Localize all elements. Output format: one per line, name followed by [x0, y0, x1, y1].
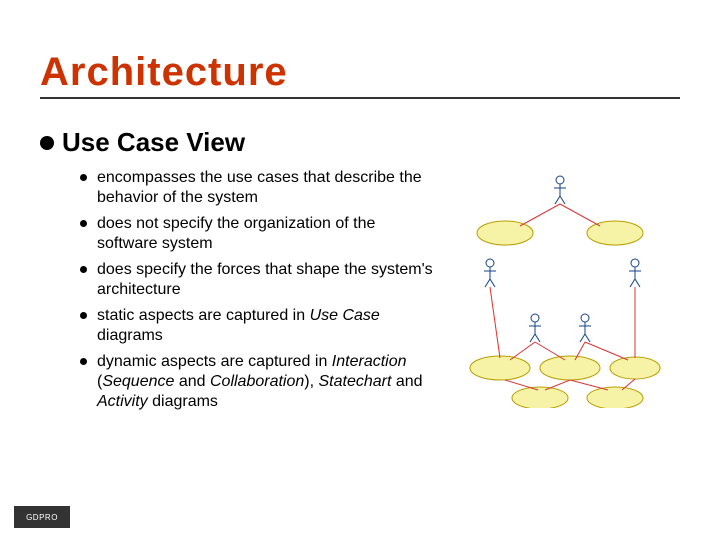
list-item: does specify the forces that shape the s… — [80, 260, 440, 300]
bullet-text: encompasses the use cases that describe … — [97, 168, 440, 208]
bullet-icon — [40, 136, 54, 150]
list-item: does not specify the organization of the… — [80, 214, 440, 254]
bullet-icon — [80, 312, 87, 319]
list-item: dynamic aspects are captured in Interact… — [80, 352, 440, 412]
slide-title: Architecture — [40, 50, 680, 99]
bullet-text: does specify the forces that shape the s… — [97, 260, 440, 300]
subhead-text: Use Case View — [62, 127, 245, 158]
subheading: Use Case View — [40, 127, 680, 158]
bullet-text: static aspects are captured in Use Case … — [97, 306, 440, 346]
list-item: static aspects are captured in Use Case … — [80, 306, 440, 346]
bullet-icon — [80, 266, 87, 273]
bullet-list: encompasses the use cases that describe … — [40, 168, 440, 418]
bullet-icon — [80, 358, 87, 365]
footer-logo-text: GDPRO — [26, 513, 58, 522]
bullet-text: dynamic aspects are captured in Interact… — [97, 352, 440, 412]
footer-logo: GDPRO — [14, 506, 70, 528]
list-item: encompasses the use cases that describe … — [80, 168, 440, 208]
bullet-icon — [80, 220, 87, 227]
use-case-diagram-icon — [450, 168, 670, 408]
bullet-icon — [80, 174, 87, 181]
bullet-text: does not specify the organization of the… — [97, 214, 440, 254]
